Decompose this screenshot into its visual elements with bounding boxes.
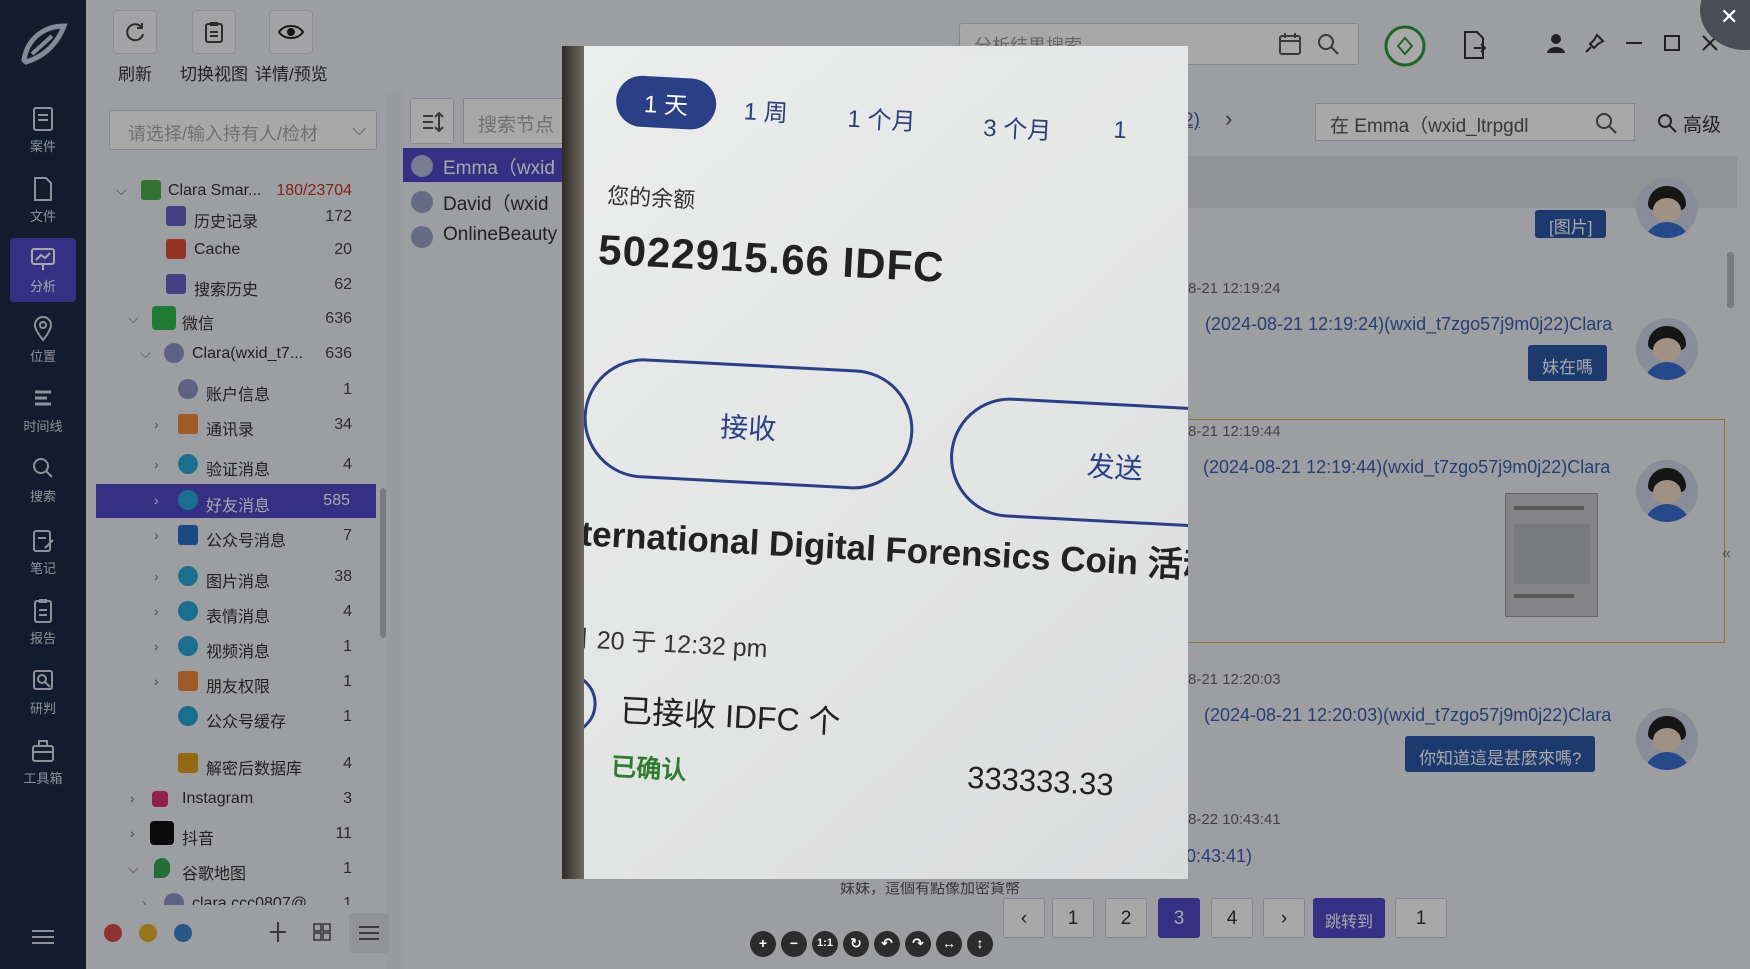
range-tab-1day: 1 天 xyxy=(614,74,718,131)
flip-vertical-icon[interactable]: ↕ xyxy=(967,931,993,957)
balance-value: 5022915.66 IDFC xyxy=(597,225,946,291)
rotate-right-icon[interactable]: ↷ xyxy=(905,931,931,957)
zoom-in-icon[interactable]: + xyxy=(750,931,776,957)
transaction-title: 已接收 IDFC 个 xyxy=(619,692,842,741)
reset-icon[interactable]: ↻ xyxy=(843,931,869,957)
close-icon[interactable]: ✕ xyxy=(1720,4,1738,30)
image-preview[interactable]: 1 天 1 周 1 个月 3 个月 1 您的余额 5022915.66 IDFC… xyxy=(562,46,1188,879)
send-button: 发送 xyxy=(947,394,1188,532)
activity-date: 8 月 20 于 12:32 pm xyxy=(562,623,769,664)
transaction-status: 已确认 xyxy=(610,753,687,786)
flip-horizontal-icon[interactable]: ↔ xyxy=(936,931,962,957)
actual-size-icon[interactable]: 1:1 xyxy=(812,931,838,957)
zoom-out-icon[interactable]: − xyxy=(781,931,807,957)
range-tab-1week: 1 周 xyxy=(743,98,789,128)
transaction-amount: 333333.33 xyxy=(966,759,1115,803)
range-tab-1month: 1 个月 xyxy=(846,105,917,137)
balance-label: 您的余额 xyxy=(606,183,696,213)
range-tab-more: 1 xyxy=(1112,116,1128,145)
range-tab-3months: 3 个月 xyxy=(982,114,1052,146)
phone-edge xyxy=(562,46,584,879)
rotate-left-icon[interactable]: ↶ xyxy=(874,931,900,957)
receive-button: 接收 xyxy=(580,355,917,493)
photo-content: 1 天 1 周 1 个月 3 个月 1 您的余额 5022915.66 IDFC… xyxy=(562,46,1188,879)
